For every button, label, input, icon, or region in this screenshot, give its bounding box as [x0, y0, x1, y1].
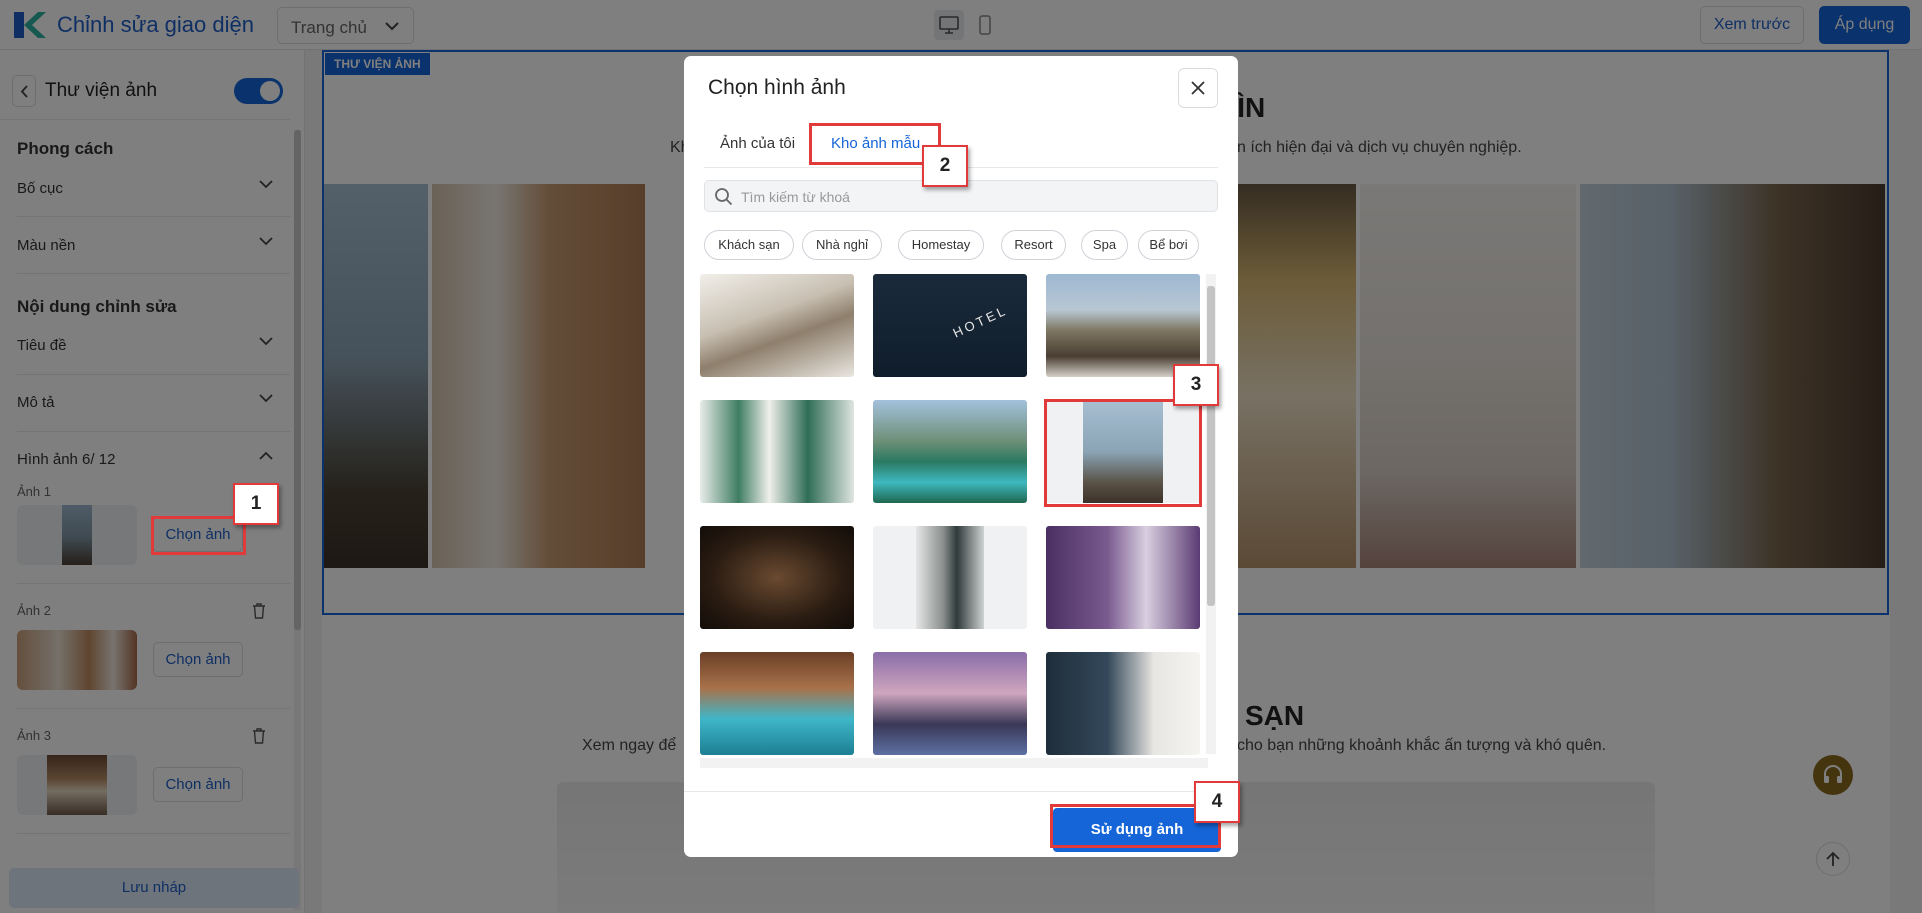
stock-image-purple-room[interactable] — [1046, 526, 1200, 629]
grid-horizontal-scrollbar[interactable] — [700, 758, 1208, 768]
chip-homestay[interactable]: Homestay — [898, 230, 984, 260]
image-grid: HOTEL — [700, 274, 1200, 758]
chip-hotel[interactable]: Khách sạn — [704, 230, 794, 260]
callout-box-3 — [1044, 399, 1202, 507]
search-placeholder: Tìm kiếm từ khoá — [741, 189, 850, 205]
modal-footer-divider — [684, 791, 1238, 792]
stock-image-resort-pool[interactable] — [873, 400, 1027, 503]
stock-image-rooftop[interactable] — [1046, 274, 1200, 377]
chip-guesthouse[interactable]: Nhà nghỉ — [802, 230, 882, 260]
callout-number-1: 1 — [233, 483, 279, 525]
stock-image-bedroom[interactable] — [1046, 652, 1200, 755]
close-icon — [1191, 81, 1205, 95]
stairs-photo — [916, 526, 984, 629]
callout-number-2: 2 — [922, 145, 968, 187]
callout-number-4: 4 — [1194, 781, 1240, 823]
search-icon — [715, 188, 733, 206]
callout-number-3: 3 — [1173, 364, 1219, 406]
chip-pool[interactable]: Bể bơi — [1138, 230, 1199, 260]
stock-image-building[interactable] — [700, 400, 854, 503]
close-button[interactable] — [1178, 68, 1218, 108]
stock-image-pillow[interactable] — [700, 274, 854, 377]
stock-image-indoor-pool[interactable] — [700, 652, 854, 755]
scrollbar-thumb[interactable] — [1207, 286, 1215, 606]
modal-title: Chọn hình ảnh — [708, 76, 846, 99]
stock-image-dusk-pool[interactable] — [873, 652, 1027, 755]
grid-scrollbar[interactable] — [1206, 274, 1216, 754]
stock-image-stairs[interactable] — [873, 526, 1027, 629]
tab-my-images[interactable]: Ảnh của tôi — [720, 135, 795, 152]
chip-resort[interactable]: Resort — [1001, 230, 1066, 260]
hotel-sign-text: HOTEL — [950, 302, 1010, 341]
chip-spa[interactable]: Spa — [1081, 230, 1128, 260]
stock-image-hotel-sign[interactable]: HOTEL — [873, 274, 1027, 377]
stock-image-corridor[interactable] — [700, 526, 854, 629]
callout-box-1 — [151, 516, 246, 555]
